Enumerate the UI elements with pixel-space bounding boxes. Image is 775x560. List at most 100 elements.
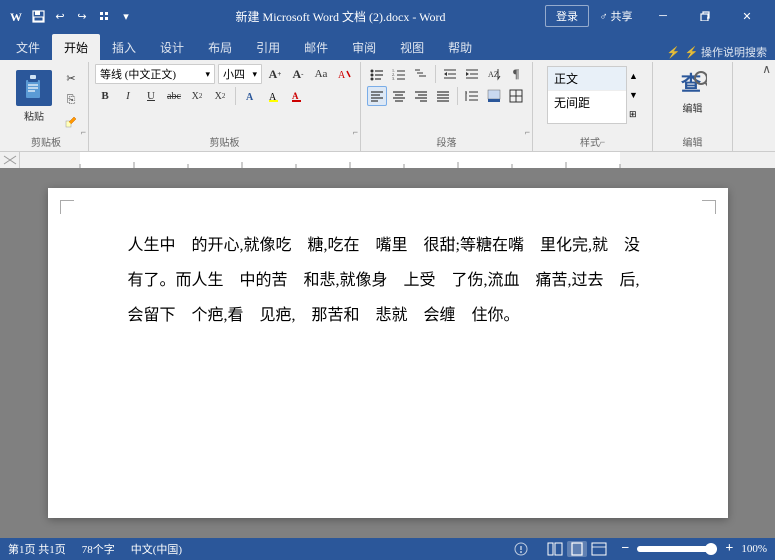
shading-button[interactable] xyxy=(484,86,504,106)
clipboard-label: 剪贴板 xyxy=(10,134,82,151)
tab-file[interactable]: 文件 xyxy=(4,34,52,60)
ruler-corner xyxy=(0,152,20,168)
font-size-dropdown[interactable]: ▾ xyxy=(252,69,257,80)
minimize-button[interactable]: ─ xyxy=(643,0,683,32)
tab-view[interactable]: 视图 xyxy=(388,34,436,60)
bold-button[interactable]: B xyxy=(95,86,115,106)
font-name-dropdown[interactable]: ▾ xyxy=(205,69,210,80)
align-right-button[interactable] xyxy=(411,86,431,106)
save-icon[interactable] xyxy=(28,6,48,26)
font-expand[interactable]: ⌐ xyxy=(353,127,358,137)
superscript-button[interactable]: X2 xyxy=(210,86,230,106)
tab-insert[interactable]: 插入 xyxy=(100,34,148,60)
zoom-in-button[interactable]: + xyxy=(721,541,737,557)
underline-button[interactable]: U xyxy=(141,86,161,106)
font-name-select[interactable]: 等线 (中文正文) ▾ xyxy=(95,64,215,84)
page-corner-tr xyxy=(702,200,716,214)
format-painter-button[interactable] xyxy=(60,112,82,132)
clipboard-expand[interactable]: ⌐ xyxy=(81,127,86,137)
clear-format-button[interactable]: A xyxy=(334,64,354,84)
document-title: 新建 Microsoft Word 文档 (2).docx - Word xyxy=(136,8,545,25)
font-label: 剪贴板 xyxy=(95,134,354,151)
font-color-button[interactable]: A xyxy=(287,86,307,106)
borders-button[interactable] xyxy=(506,86,526,106)
editing-label: 编辑 xyxy=(683,100,703,115)
show-marks-button[interactable]: ¶ xyxy=(506,64,526,84)
bullets-button[interactable] xyxy=(367,64,387,84)
zoom-track[interactable] xyxy=(637,546,717,552)
tab-help[interactable]: 帮助 xyxy=(436,34,484,60)
italic-button[interactable]: I xyxy=(118,86,138,106)
highlight-button[interactable]: A xyxy=(264,86,284,106)
numbering-button[interactable]: 1.2.3. xyxy=(389,64,409,84)
print-view-button[interactable] xyxy=(567,541,587,557)
undo-icon[interactable]: ↩ xyxy=(50,6,70,26)
paste-button[interactable]: 粘贴 xyxy=(10,66,58,127)
document-area: 人生中 的开心,就像吃 糖,吃在 嘴里 很甜;等糖在嘴 里化完,就 没 有了。而… xyxy=(0,168,775,538)
page-info: 第1页 共1页 xyxy=(8,541,66,557)
customize-icon[interactable] xyxy=(94,6,114,26)
copy-button[interactable]: ⎘ xyxy=(60,90,82,110)
increase-indent-button[interactable] xyxy=(462,64,482,84)
share-button[interactable]: ♂ 共享 xyxy=(591,0,641,32)
cut-button[interactable]: ✂ xyxy=(60,68,82,88)
tab-mailing[interactable]: 邮件 xyxy=(292,34,340,60)
paragraph-expand[interactable]: ⌐ xyxy=(525,127,530,137)
close-button[interactable]: ✕ xyxy=(727,0,767,32)
ribbon-collapse-button[interactable]: ∧ xyxy=(762,62,771,77)
tab-references[interactable]: 引用 xyxy=(244,34,292,60)
web-view-button[interactable] xyxy=(589,541,609,557)
decrease-indent-button[interactable] xyxy=(440,64,460,84)
justify-button[interactable] xyxy=(433,86,453,106)
tab-home[interactable]: 开始 xyxy=(52,34,100,60)
tab-design[interactable]: 设计 xyxy=(148,34,196,60)
styles-expand-arrow[interactable]: ⊞ xyxy=(629,109,638,120)
tab-layout[interactable]: 布局 xyxy=(196,34,244,60)
read-view-button[interactable] xyxy=(545,541,565,557)
styles-gallery[interactable]: 正文 无间距 xyxy=(547,66,627,124)
status-bar: 第1页 共1页 78个字 中文(中国) − + 100% xyxy=(0,538,775,560)
text-effect-button[interactable]: A xyxy=(241,86,261,106)
find-replace-button[interactable]: 查 编辑 xyxy=(673,66,713,117)
styles-expand[interactable]: ⌐ xyxy=(600,137,605,147)
styles-up[interactable]: ▲ xyxy=(629,71,638,81)
increase-font-button[interactable]: A+ xyxy=(265,64,285,84)
dropdown-arrow-icon[interactable]: ▾ xyxy=(116,6,136,26)
styles-label: 样式 xyxy=(580,134,600,151)
search-area[interactable]: ⚡ ⚡ 操作说明搜索 xyxy=(659,44,775,60)
multilevel-button[interactable] xyxy=(411,64,431,84)
notification-area xyxy=(513,541,529,557)
decrease-font-button[interactable]: A- xyxy=(288,64,308,84)
sort-button[interactable]: AZ xyxy=(484,64,504,84)
ruler-row xyxy=(0,152,775,168)
tab-review[interactable]: 审阅 xyxy=(340,34,388,60)
ribbon-tabs: 文件 开始 插入 设计 布局 引用 邮件 审阅 视图 帮助 ⚡ ⚡ 操作说明搜索 xyxy=(0,32,775,60)
quick-access-toolbar: ↩ ↪ ▾ xyxy=(28,6,136,26)
align-center-button[interactable] xyxy=(389,86,409,106)
list-row: 1.2.3. AZ ¶ xyxy=(367,64,526,84)
change-case-button[interactable]: Aa xyxy=(311,64,331,84)
align-left-button[interactable] xyxy=(367,86,387,106)
zoom-out-button[interactable]: − xyxy=(617,541,633,557)
document-page[interactable]: 人生中 的开心,就像吃 糖,吃在 嘴里 很甜;等糖在嘴 里化完,就 没 有了。而… xyxy=(48,188,728,518)
svg-text:A: A xyxy=(246,92,254,103)
text-line-2: 有了。而人生 中的苦 和悲,就像身 上受 了伤,流血 痛苦,过去 后, xyxy=(128,263,648,298)
styles-down[interactable]: ▼ xyxy=(629,90,638,100)
search-hint-text: ⚡ 操作说明搜索 xyxy=(685,44,767,60)
line-spacing-button[interactable] xyxy=(462,86,482,106)
horizontal-ruler xyxy=(20,152,775,168)
login-button[interactable]: 登录 xyxy=(545,5,589,27)
strikethrough-button[interactable]: abc xyxy=(164,86,184,106)
styles-scroll: ▲ ▼ ⊞ xyxy=(629,66,638,124)
font-size-select[interactable]: 小四 ▾ xyxy=(218,64,262,84)
svg-text:AZ: AZ xyxy=(488,70,499,79)
subscript-button[interactable]: X2 xyxy=(187,86,207,106)
title-bar-right: 登录 ♂ 共享 ─ ✕ xyxy=(545,0,767,32)
zoom-thumb[interactable] xyxy=(705,543,717,555)
clipboard-group: 粘贴 ✂ ⎘ 剪贴板 ⌐ xyxy=(4,62,89,151)
view-buttons xyxy=(545,541,609,557)
redo-icon[interactable]: ↪ xyxy=(72,6,92,26)
document-content[interactable]: 人生中 的开心,就像吃 糖,吃在 嘴里 很甜;等糖在嘴 里化完,就 没 有了。而… xyxy=(128,228,648,334)
restore-button[interactable] xyxy=(685,0,725,32)
paste-label: 粘贴 xyxy=(24,108,44,123)
